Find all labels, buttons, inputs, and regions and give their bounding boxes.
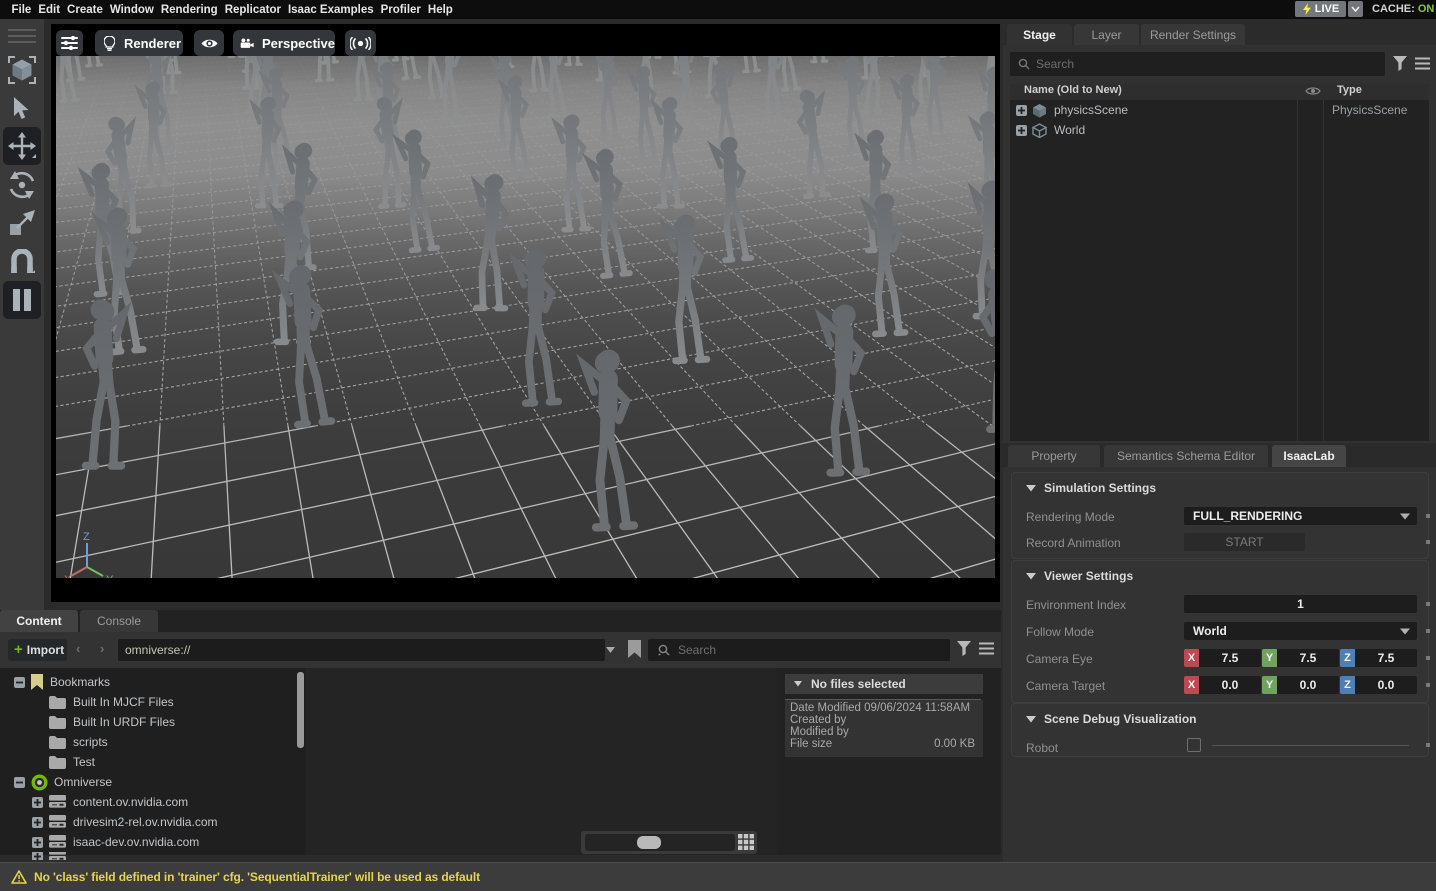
svg-text:Z: Z: [83, 531, 90, 543]
svg-text:Y: Y: [106, 574, 114, 578]
svg-text:X: X: [64, 574, 72, 578]
